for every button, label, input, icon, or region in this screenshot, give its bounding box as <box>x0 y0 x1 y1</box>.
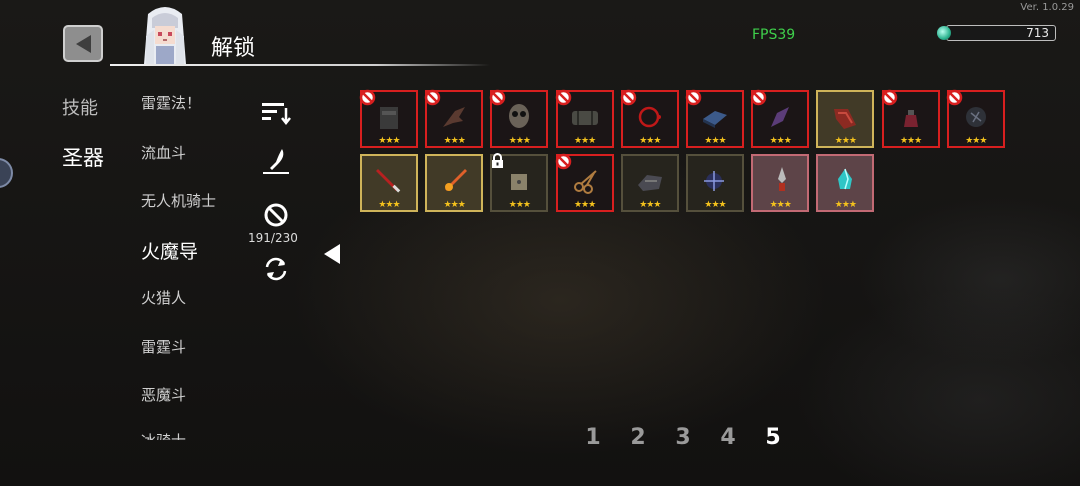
dark-claw-icon <box>443 106 466 127</box>
character-item[interactable]: 流血斗 <box>141 142 186 163</box>
cyan-crystal-icon <box>838 168 853 190</box>
category-skills[interactable]: 技能 <box>62 94 98 120</box>
star-rating: ★★★ <box>639 136 661 146</box>
version-label: Ver. 1.0.29 <box>1020 2 1074 13</box>
ban-icon <box>424 89 441 106</box>
star-rating: ★★★ <box>704 200 726 210</box>
star-rating: ★★★ <box>508 136 531 146</box>
red-dagger-icon <box>778 166 787 191</box>
dice-icon <box>511 173 528 190</box>
ban-icon <box>359 89 376 106</box>
star-rating: ★★★ <box>378 200 400 210</box>
black-armor-icon <box>380 106 398 129</box>
relic-slot[interactable]: ★★★ <box>359 89 418 148</box>
page-button[interactable]: 1 <box>583 425 603 450</box>
star-rating: ★★★ <box>704 136 726 146</box>
character-item[interactable]: 冰骑士 <box>141 430 186 440</box>
red-potion-icon <box>903 109 918 127</box>
title-underline <box>110 64 490 66</box>
skull-mask-icon <box>509 103 530 128</box>
flame-sword-icon <box>445 168 468 191</box>
category-relics[interactable]: 圣器 <box>62 142 104 172</box>
barrel-icon <box>571 110 598 125</box>
character-item[interactable]: 恶魔斗 <box>141 384 186 405</box>
character-list[interactable]: 雷霆法！ 流血斗 无人机骑士 火魔导 火猎人 雷霆斗 恶魔斗 冰骑士 <box>141 84 241 440</box>
star-rating: ★★★ <box>443 200 466 210</box>
star-rating: ★★★ <box>899 136 922 146</box>
character-item-active[interactable]: 火魔导 <box>141 237 198 264</box>
star-rating: ★★★ <box>769 200 792 210</box>
blue-book-icon <box>703 110 727 128</box>
refresh-icon[interactable] <box>260 254 292 284</box>
ban-icon <box>750 89 767 106</box>
star-rating: ★★★ <box>443 136 466 146</box>
character-item[interactable]: 无人机骑士 <box>141 190 216 211</box>
selection-arrow-icon <box>324 244 340 264</box>
star-rating: ★★★ <box>508 200 531 210</box>
dark-stone-icon <box>637 174 662 191</box>
page-button[interactable]: 2 <box>628 425 648 450</box>
page-button[interactable]: 4 <box>718 425 738 450</box>
purple-shard-icon <box>771 106 790 127</box>
star-staff-icon <box>704 170 724 191</box>
ban-icon <box>946 89 963 106</box>
sort-icon[interactable] <box>260 98 292 128</box>
character-avatar <box>144 7 186 64</box>
ban-icon <box>685 89 702 106</box>
relic-slot[interactable]: ★★★ <box>620 154 679 212</box>
relic-slot[interactable]: ★★★ <box>490 89 549 148</box>
red-gauntlet-icon <box>834 108 857 129</box>
relic-slot[interactable]: ★★★ <box>425 154 484 212</box>
character-item[interactable]: 雷霆斗 <box>141 336 186 357</box>
relic-slot[interactable]: ★★★ <box>686 154 744 212</box>
dark-orb-icon <box>965 106 986 127</box>
quill-icon[interactable] <box>260 146 292 176</box>
ban-icon <box>555 153 571 170</box>
gem-amount: 713 <box>1026 26 1049 40</box>
gem-icon <box>937 26 951 40</box>
star-rating: ★★★ <box>573 200 596 210</box>
fps-counter: FPS39 <box>752 27 796 43</box>
star-rating: ★★★ <box>573 136 596 146</box>
relic-slot[interactable]: ★★★ <box>816 90 875 148</box>
star-rating: ★★★ <box>639 200 661 210</box>
star-rating: ★★★ <box>834 200 857 210</box>
ban-icon <box>881 89 897 106</box>
star-rating: ★★★ <box>965 136 987 146</box>
relic-slot[interactable]: ★★★ <box>685 89 744 148</box>
relic-slot[interactable]: ★★★ <box>751 154 810 212</box>
ban-icon <box>555 89 571 106</box>
relic-slot[interactable]: ★★★ <box>620 89 679 148</box>
character-item[interactable]: 火猎人 <box>141 287 186 308</box>
character-item[interactable]: 雷霆法！ <box>141 92 201 113</box>
star-rating: ★★★ <box>769 136 792 146</box>
star-rating: ★★★ <box>834 136 857 146</box>
relic-slot[interactable]: ★★★ <box>424 89 484 148</box>
page-title: 解锁 <box>211 36 256 61</box>
relic-slot[interactable]: ★★★ <box>750 89 810 148</box>
red-ring-icon <box>638 106 661 128</box>
ban-icon <box>620 89 637 106</box>
back-button[interactable] <box>63 25 103 62</box>
red-sword-icon <box>376 168 401 193</box>
relic-slot[interactable]: ★★★ <box>490 153 549 212</box>
scissors-icon <box>573 170 597 194</box>
relic-slot[interactable]: ★★★ <box>555 153 614 212</box>
relic-slot[interactable]: ★★★ <box>816 154 875 212</box>
star-rating: ★★★ <box>378 136 400 146</box>
unlock-counter: 191/230 <box>248 231 298 245</box>
ban-icon <box>490 89 506 106</box>
gem-counter: 713 <box>946 25 1056 41</box>
relic-slot[interactable]: ★★★ <box>946 89 1005 148</box>
relic-slot[interactable]: ★★★ <box>881 89 940 148</box>
page-button[interactable]: 3 <box>673 425 693 450</box>
relic-slot[interactable]: ★★★ <box>360 154 418 212</box>
lock-icon <box>492 153 504 168</box>
page-button-current[interactable]: 5 <box>763 425 783 450</box>
ban-icon[interactable] <box>260 200 292 230</box>
relic-slot[interactable]: ★★★ <box>555 89 614 148</box>
